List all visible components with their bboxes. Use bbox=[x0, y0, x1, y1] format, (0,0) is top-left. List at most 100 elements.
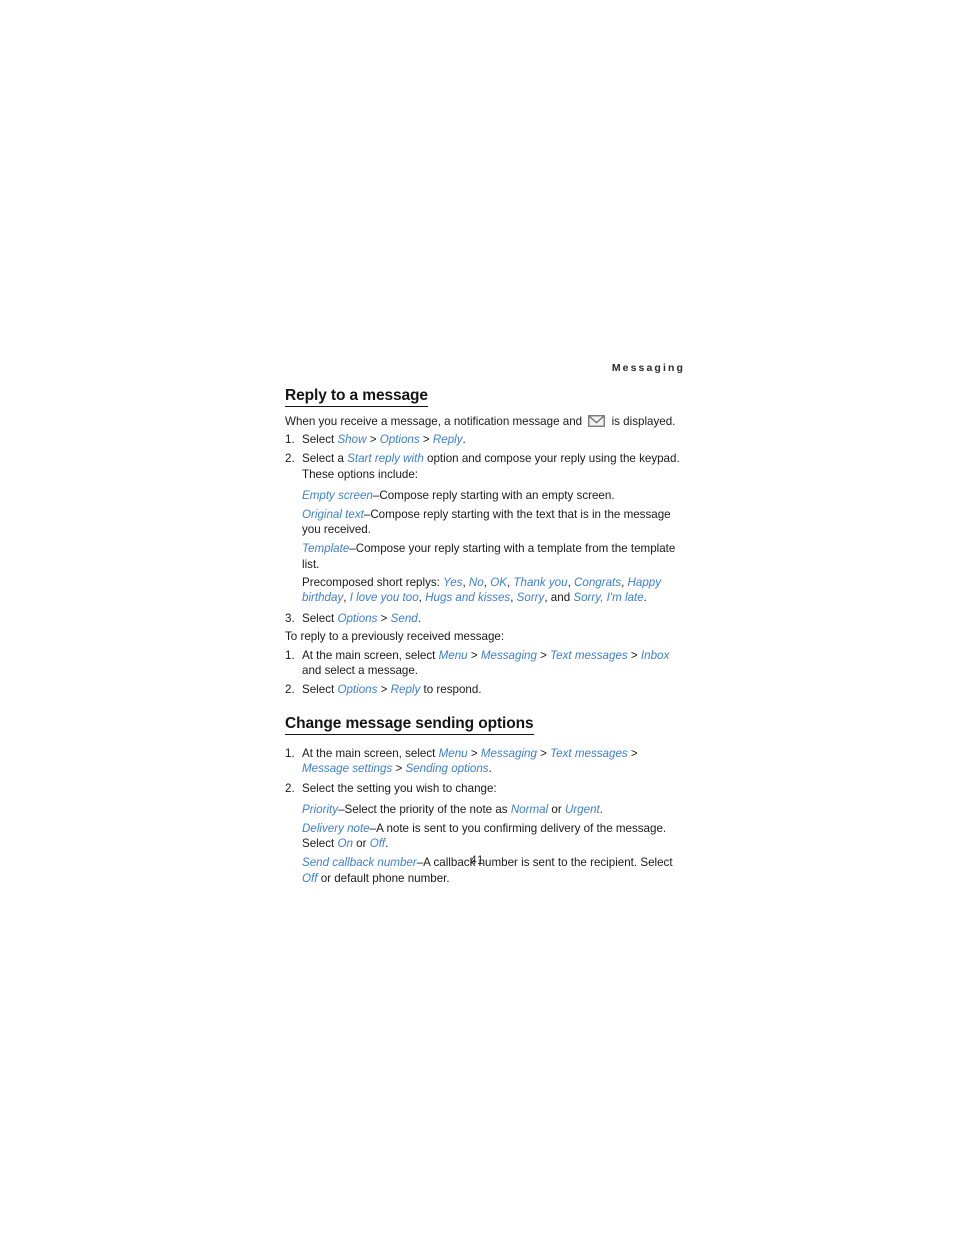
setting-delivery-note: Delivery note–A note is sent to you conf… bbox=[285, 821, 685, 851]
envelope-icon bbox=[588, 415, 606, 427]
section-heading-wrap: Change message sending options bbox=[285, 714, 685, 736]
option-term: Original text bbox=[302, 508, 364, 522]
step-number: 1. bbox=[285, 747, 295, 761]
option-template: Template–Compose your reply starting wit… bbox=[285, 541, 685, 571]
setting-text-fragment: or default phone number. bbox=[317, 871, 450, 885]
step-text-fragment: Select bbox=[302, 683, 338, 697]
ui-reference: Off bbox=[369, 837, 386, 851]
path-separator: > bbox=[467, 747, 481, 761]
setting-term: Delivery note bbox=[302, 822, 370, 836]
step-item: 1. At the main screen, select Menu > Mes… bbox=[285, 746, 685, 776]
option-term: Template bbox=[302, 542, 350, 556]
path-separator: > bbox=[627, 747, 638, 761]
setting-text-fragment: Select the priority of the note as bbox=[344, 802, 511, 816]
step-text-fragment: Select bbox=[302, 612, 338, 626]
ui-reference: Start reply with bbox=[347, 452, 424, 466]
step-item: 2. Select the setting you wish to change… bbox=[285, 781, 685, 796]
ui-reference: Messaging bbox=[480, 648, 537, 662]
ui-reference: Show bbox=[337, 433, 367, 447]
step-text-fragment: . bbox=[417, 612, 421, 626]
step-text: At the main screen, select Menu > Messag… bbox=[302, 747, 638, 775]
step-text: Select a Start reply with option and com… bbox=[302, 452, 680, 480]
ui-reference: Menu bbox=[438, 747, 468, 761]
setting-text-fragment: . bbox=[599, 802, 603, 816]
precomposed-item: OK bbox=[490, 575, 507, 589]
step-item: 1. Select Show > Options > Reply. bbox=[285, 432, 685, 447]
precomposed-conjunction: and bbox=[550, 591, 574, 605]
running-header: Messaging bbox=[611, 362, 685, 374]
ui-reference: Options bbox=[337, 612, 378, 626]
option-description: Compose reply starting with an empty scr… bbox=[379, 488, 615, 502]
path-separator: > bbox=[536, 648, 551, 662]
precomposed-item: Yes bbox=[443, 575, 463, 589]
steps-list-reply: 1. Select Show > Options > Reply. 2. Sel… bbox=[285, 432, 685, 482]
setting-term: Priority bbox=[302, 802, 339, 816]
ui-reference: Urgent bbox=[564, 802, 600, 816]
ui-reference: Reply bbox=[390, 683, 421, 697]
step-number: 1. bbox=[285, 648, 295, 662]
setting-text-fragment: or bbox=[548, 802, 565, 816]
ui-reference: Text messages bbox=[550, 648, 628, 662]
step-text-fragment: At the main screen, select bbox=[302, 648, 439, 662]
step-text: At the main screen, select Menu > Messag… bbox=[302, 649, 669, 677]
step-text: Select Options > Reply to respond. bbox=[302, 683, 482, 696]
step-text: Select Show > Options > Reply. bbox=[302, 433, 466, 446]
page-content: Reply to a message When you receive a me… bbox=[285, 386, 685, 890]
step-text-fragment: . bbox=[488, 762, 492, 776]
step-text-fragment: Select bbox=[302, 433, 338, 447]
section-heading-change-message-sending-options: Change message sending options bbox=[285, 714, 534, 736]
section-heading-wrap: Reply to a message bbox=[285, 386, 685, 407]
path-separator: > bbox=[419, 433, 433, 447]
ui-reference: Text messages bbox=[550, 747, 628, 761]
section-heading-reply-to-a-message: Reply to a message bbox=[285, 386, 428, 407]
precomposed-label: Precomposed short replys: bbox=[302, 575, 444, 589]
step-text-fragment: and select a message. bbox=[302, 663, 419, 677]
step-text-fragment: At the main screen, select bbox=[302, 747, 439, 761]
step-item: 3. Select Options > Send. bbox=[285, 611, 685, 626]
step-number: 1. bbox=[285, 433, 295, 447]
ui-reference: Options bbox=[379, 433, 420, 447]
precomposed-terminator: . bbox=[643, 591, 647, 605]
option-description: Compose your reply starting with a templ… bbox=[302, 542, 676, 571]
precomposed-item: Congrats bbox=[574, 575, 622, 589]
steps-list-previous-message: 1. At the main screen, select Menu > Mes… bbox=[285, 648, 685, 698]
precomposed-item: I love you too bbox=[349, 591, 419, 605]
step-item: 2. Select a Start reply with option and … bbox=[285, 451, 685, 481]
option-original-text: Original text–Compose reply starting wit… bbox=[285, 507, 685, 537]
step-text-fragment: Select a bbox=[302, 452, 348, 466]
path-separator: > bbox=[366, 433, 380, 447]
intro-text-before-icon: When you receive a message, a notificati… bbox=[285, 415, 583, 428]
precomposed-item-last: Sorry, I'm late bbox=[573, 591, 644, 605]
ui-reference: Menu bbox=[438, 648, 468, 662]
step-item: 1. At the main screen, select Menu > Mes… bbox=[285, 648, 685, 678]
setting-text-fragment: or bbox=[352, 837, 370, 851]
ui-reference: Reply bbox=[432, 433, 463, 447]
steps-list-sending-options: 1. At the main screen, select Menu > Mes… bbox=[285, 746, 685, 796]
ui-reference: Message settings bbox=[302, 762, 393, 776]
option-term: Empty screen bbox=[302, 488, 373, 502]
setting-text-fragment: . bbox=[385, 837, 389, 851]
step-number: 2. bbox=[285, 452, 295, 466]
step-text-fragment: to respond. bbox=[420, 683, 482, 697]
steps-list-reply-send: 3. Select Options > Send. bbox=[285, 611, 685, 626]
sub-intro-paragraph: To reply to a previously received messag… bbox=[285, 630, 505, 644]
step-number: 2. bbox=[285, 683, 295, 697]
ui-reference: Inbox bbox=[640, 648, 670, 662]
precomposed-item: Sorry bbox=[516, 591, 545, 605]
step-number: 2. bbox=[285, 781, 295, 795]
intro-text-after-icon: is displayed. bbox=[611, 415, 676, 428]
precomposed-item: Thank you bbox=[513, 575, 568, 589]
precomposed-replies-paragraph: Precomposed short replys: Yes, No, OK, T… bbox=[302, 575, 662, 605]
ui-reference: Options bbox=[337, 683, 378, 697]
path-separator: > bbox=[627, 648, 641, 662]
ui-reference: Sending options bbox=[405, 762, 489, 776]
path-separator: > bbox=[377, 612, 391, 626]
ui-reference: Send bbox=[390, 612, 418, 626]
path-separator: > bbox=[536, 747, 551, 761]
precomposed-item: Hugs and kisses bbox=[425, 591, 511, 605]
ui-reference: On bbox=[337, 837, 353, 851]
page-number: 41 bbox=[470, 855, 484, 867]
path-separator: > bbox=[377, 683, 391, 697]
step-item: 2. Select Options > Reply to respond. bbox=[285, 682, 685, 697]
precomposed-item: No bbox=[468, 575, 484, 589]
